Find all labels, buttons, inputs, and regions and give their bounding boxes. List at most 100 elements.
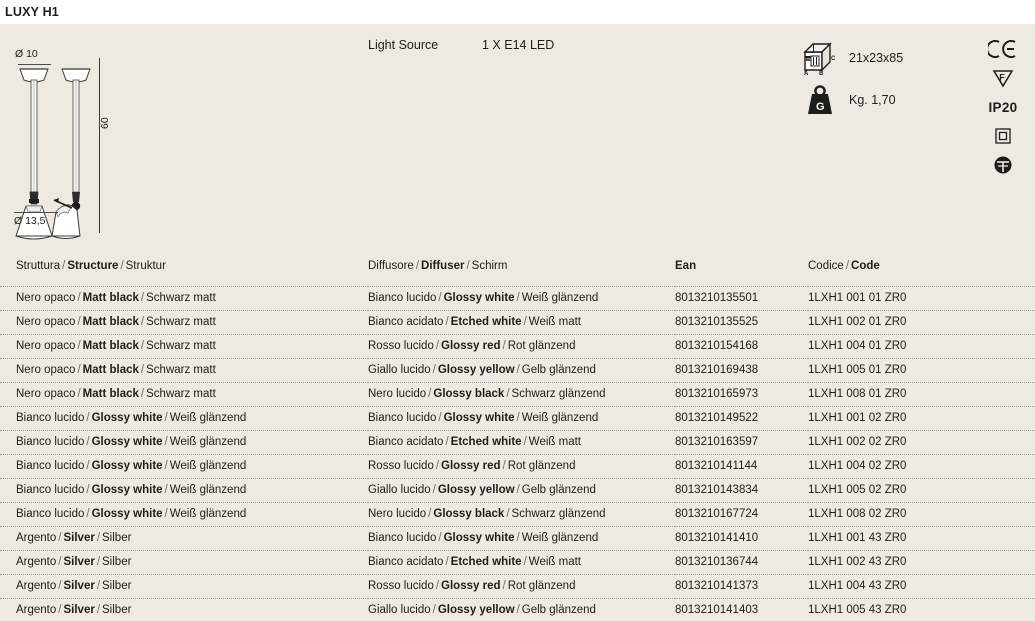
table-row[interactable]: Nero opaco / Matt black / Schwarz matt Bianco… <box>0 286 1035 311</box>
structure-sep: / <box>86 484 90 496</box>
structure-en: Matt black <box>82 292 139 304</box>
table-header-row: Struttura / Structure / Struktur Diffusore / D… <box>0 254 1035 287</box>
cell-code: 1LXH1 002 01 ZR0 <box>808 310 1035 335</box>
structure-sep: / <box>96 532 101 544</box>
diffuser-sep: / <box>432 364 436 376</box>
diffuser-sep: / <box>435 340 440 352</box>
diffuser-sep: / <box>438 532 442 544</box>
structure-it: Argento <box>16 604 57 616</box>
diffuser-it: Rosso lucido <box>368 460 434 472</box>
structure-sep: / <box>164 460 168 472</box>
cell-structure: Nero opaco / Matt black / Schwarz matt <box>0 286 368 311</box>
carton-box-icon: cm A B C <box>803 42 836 76</box>
table-row[interactable]: Argento / Silver / Silber Rosso lucido / Glossy… <box>0 574 1035 599</box>
structure-en: Silver <box>63 532 95 544</box>
cell-diffuser: Bianco acidato / Etched white / Weiß matt <box>368 430 675 455</box>
table-row[interactable]: Nero opaco / Matt black / Schwarz matt Nero l… <box>0 382 1035 407</box>
diffuser-sep: / <box>502 580 506 592</box>
table-row[interactable]: Argento / Silver / Silber Bianco lucido / Gloss… <box>0 526 1035 551</box>
light-source-row: Light Source 1 X E14 LED <box>368 38 554 52</box>
diffuser-de: Weiß glänzend <box>521 532 599 544</box>
structure-it: Bianco lucido <box>16 460 85 472</box>
structure-en: Matt black <box>82 388 139 400</box>
diffuser-it: Bianco acidato <box>368 556 444 568</box>
cell-ean: 8013210167724 <box>675 502 808 527</box>
cell-ean: 8013210135501 <box>675 286 808 311</box>
structure-it: Argento <box>16 532 57 544</box>
bottom-diameter-rule <box>14 212 58 213</box>
table-row[interactable]: Bianco lucido / Glossy white / Weiß glänzend… <box>0 406 1035 431</box>
diffuser-de: Gelb glänzend <box>521 604 596 616</box>
header-diffuser-de: Schirm <box>471 260 508 272</box>
diffuser-sep: / <box>516 292 520 304</box>
structure-de: Silber <box>102 532 132 544</box>
certification-marks: F IP20 <box>978 38 1028 176</box>
structure-de: Weiß glänzend <box>169 436 247 448</box>
diffuser-sep: / <box>435 460 440 472</box>
table-row[interactable]: Nero opaco / Matt black / Schwarz matt Rosso … <box>0 334 1035 359</box>
diffuser-it: Bianco acidato <box>368 316 444 328</box>
svg-text:C: C <box>831 56 836 62</box>
diffuser-sep: / <box>516 532 520 544</box>
structure-sep: / <box>86 508 90 520</box>
structure-de: Silber <box>102 580 132 592</box>
structure-sep: / <box>77 364 81 376</box>
technical-drawing: Ø 10 60 Ø 13,5 <box>6 34 356 244</box>
table-row[interactable]: Bianco lucido / Glossy white / Weiß glänzend… <box>0 478 1035 503</box>
cell-ean: 8013210154168 <box>675 334 808 359</box>
structure-en: Silver <box>63 556 95 568</box>
height-dimension-line <box>99 58 100 233</box>
page-title: LUXY H1 <box>5 5 59 19</box>
svg-text:cm: cm <box>805 56 811 61</box>
diffuser-sep: / <box>435 580 440 592</box>
diffuser-en: Glossy yellow <box>437 484 515 496</box>
diffuser-de: Rot glänzend <box>507 460 576 472</box>
bottom-diameter-label: Ø 13,5 <box>14 215 46 227</box>
cell-code: 1LXH1 001 02 ZR0 <box>808 406 1035 431</box>
structure-sep: / <box>164 436 168 448</box>
table-row[interactable]: Nero opaco / Matt black / Schwarz matt Giallo… <box>0 358 1035 383</box>
diffuser-it: Nero lucido <box>368 508 427 520</box>
cell-code: 1LXH1 005 01 ZR0 <box>808 358 1035 383</box>
structure-it: Bianco lucido <box>16 508 85 520</box>
header-diffuser-it: Diffusore <box>368 260 414 272</box>
table-row[interactable]: Bianco lucido / Glossy white / Weiß glänzend… <box>0 502 1035 527</box>
diffuser-sep: / <box>432 484 436 496</box>
table-row[interactable]: Bianco lucido / Glossy white / Weiß glänzend… <box>0 454 1035 479</box>
table-row[interactable]: Nero opaco / Matt black / Schwarz matt Bianco… <box>0 310 1035 335</box>
structure-sep: / <box>77 316 81 328</box>
packaging-weight-row: G Kg. 1,70 <box>800 80 960 120</box>
structure-de: Schwarz matt <box>146 340 216 352</box>
weight-icon: G <box>808 85 832 114</box>
cell-code: 1LXH1 008 01 ZR0 <box>808 382 1035 407</box>
cell-ean: 8013210141144 <box>675 454 808 479</box>
table-row[interactable]: Bianco lucido / Glossy white / Weiß glänzend… <box>0 430 1035 455</box>
diffuser-it: Nero lucido <box>368 388 427 400</box>
cell-ean: 8013210141373 <box>675 574 808 599</box>
diffuser-sep: / <box>445 436 449 448</box>
diffuser-en: Glossy white <box>443 532 515 544</box>
structure-it: Nero opaco <box>16 292 76 304</box>
table-row[interactable]: Argento / Silver / Silber Giallo lucido / Gloss… <box>0 598 1035 621</box>
diffuser-en: Etched white <box>450 436 522 448</box>
structure-sep: / <box>86 436 90 448</box>
cell-structure: Argento / Silver / Silber <box>0 526 368 551</box>
cell-code: 1LXH1 004 01 ZR0 <box>808 334 1035 359</box>
table-row[interactable]: Argento / Silver / Silber Bianco acidato / Etch… <box>0 550 1035 575</box>
structure-sep: / <box>96 556 101 568</box>
cell-diffuser: Bianco acidato / Etched white / Weiß matt <box>368 310 675 335</box>
cell-ean: 8013210141403 <box>675 598 808 621</box>
cell-structure: Argento / Silver / Silber <box>0 598 368 621</box>
diffuser-sep: / <box>502 460 506 472</box>
structure-de: Schwarz matt <box>146 364 216 376</box>
structure-it: Bianco lucido <box>16 412 85 424</box>
cell-code: 1LXH1 001 43 ZR0 <box>808 526 1035 551</box>
structure-sep: / <box>86 412 90 424</box>
table-body: Nero opaco / Matt black / Schwarz matt Bianco… <box>0 286 1035 621</box>
diffuser-it: Giallo lucido <box>368 604 431 616</box>
ip-rating-label: IP20 <box>988 99 1018 115</box>
cell-structure: Nero opaco / Matt black / Schwarz matt <box>0 310 368 335</box>
header-ean: Ean <box>675 260 697 272</box>
structure-en: Glossy white <box>91 412 163 424</box>
diffuser-it: Giallo lucido <box>368 484 431 496</box>
